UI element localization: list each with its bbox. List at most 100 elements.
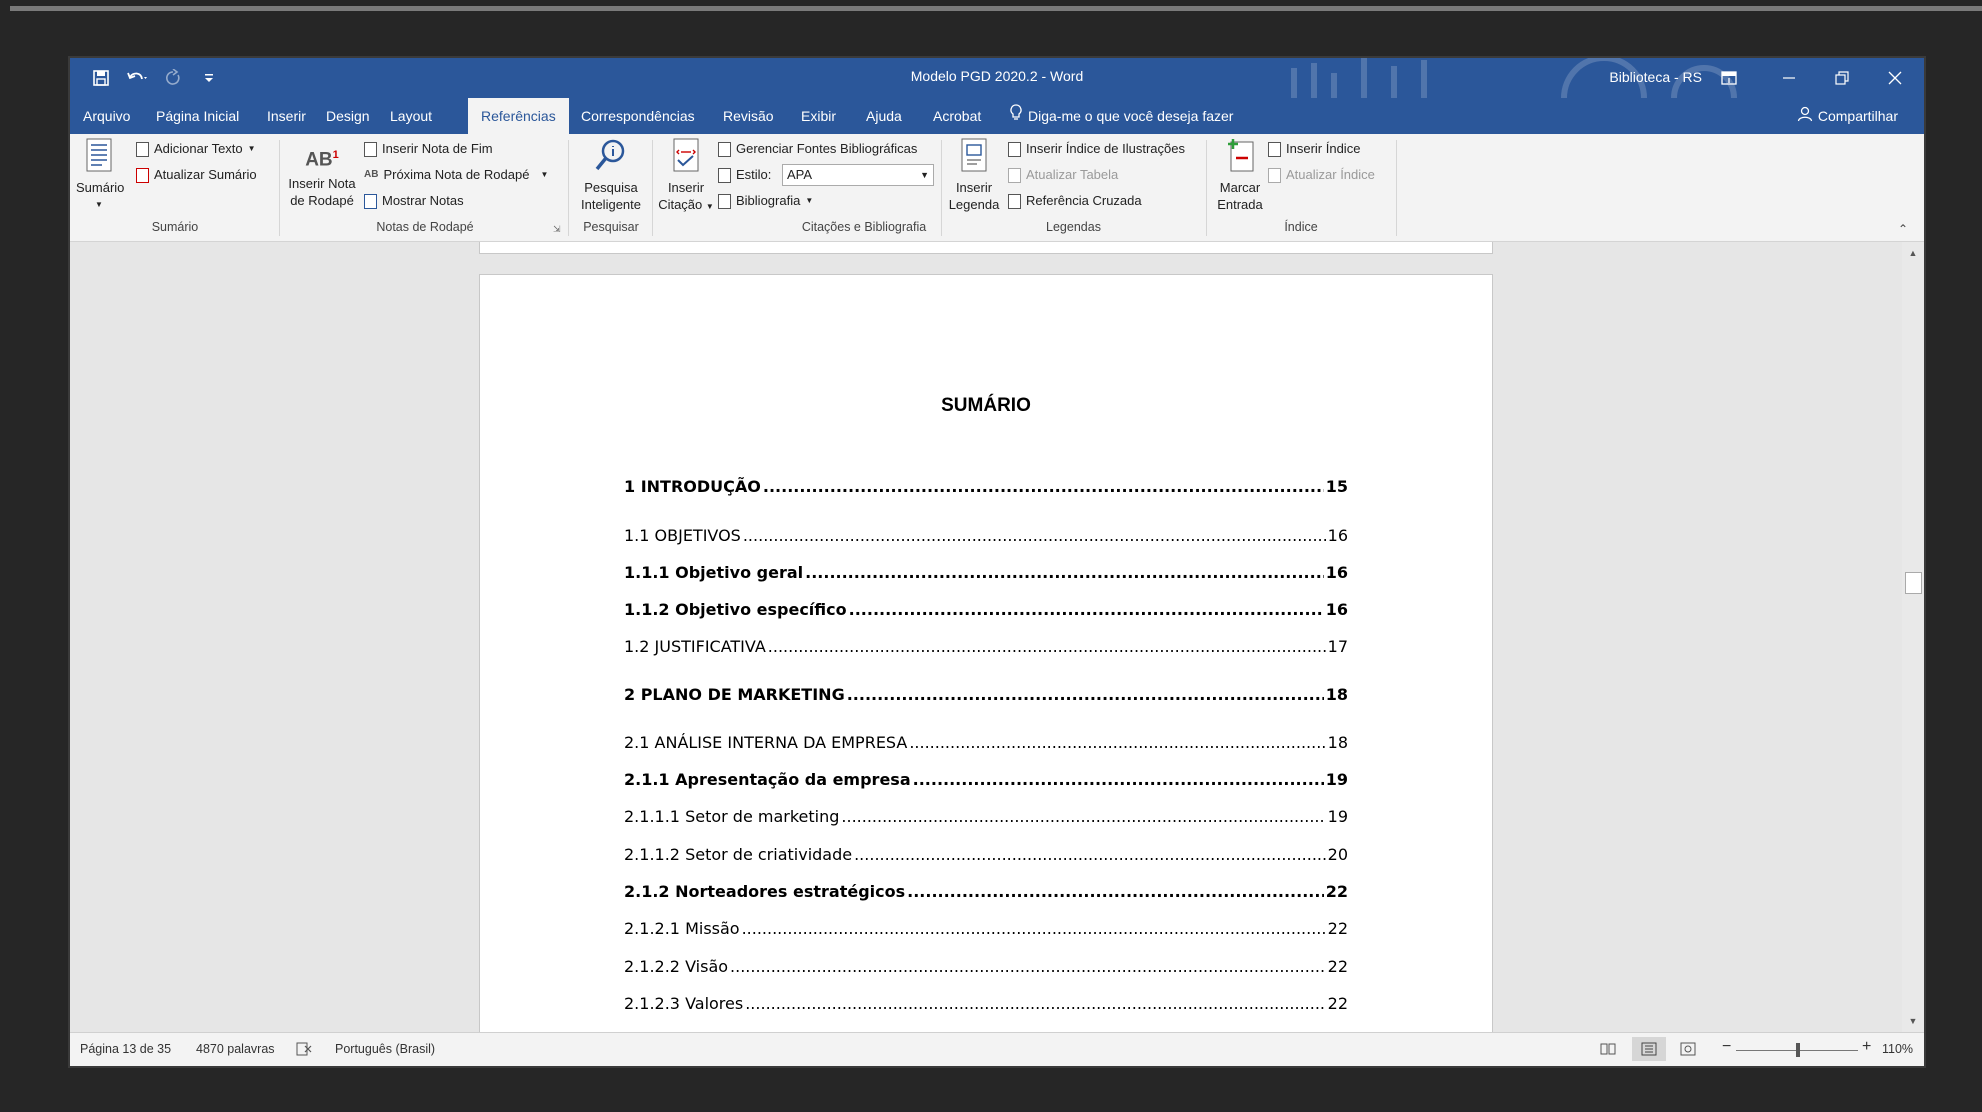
dialog-launcher-icon[interactable]: ⇲	[553, 224, 561, 235]
tab-revisao[interactable]: Revisão	[710, 98, 787, 134]
collapse-ribbon-icon[interactable]: ⌃	[1898, 222, 1908, 236]
ribbon-referencias: Sumário ▼ Adicionar Texto ▼ Atualizar Su…	[70, 134, 1924, 242]
vertical-scrollbar[interactable]: ▲ ▼	[1902, 242, 1924, 1032]
toc-entry[interactable]: 2.1.2.2 Visão 22	[624, 957, 1348, 976]
tell-me-text: Diga-me o que você deseja fazer	[1028, 108, 1234, 124]
zoom-out-icon[interactable]: −	[1722, 1038, 1731, 1056]
cross-reference-button[interactable]: Referência Cruzada	[1008, 190, 1142, 212]
ribbon-display-icon[interactable]	[1704, 62, 1754, 94]
insert-caption-button[interactable]: Inserir Legenda	[944, 138, 1004, 213]
update-table-button: Atualizar Tabela	[1008, 164, 1118, 186]
insert-citation-label-2: Citação	[658, 197, 703, 212]
tab-ajuda[interactable]: Ajuda	[853, 98, 915, 134]
chevron-down-icon: ▼	[247, 144, 256, 153]
endnote-icon	[364, 141, 377, 157]
zoom-level[interactable]: 110%	[1882, 1042, 1913, 1056]
add-text-button[interactable]: Adicionar Texto ▼	[136, 138, 256, 160]
manage-sources-icon	[718, 141, 731, 157]
tab-pagina-inicial[interactable]: Página Inicial	[143, 98, 252, 134]
bibliography-button[interactable]: Bibliografia ▼	[718, 190, 813, 212]
next-footnote-icon: AB	[364, 169, 379, 180]
insert-footnote-button[interactable]: AB1 Inserir Nota de Rodapé	[284, 138, 360, 209]
toc-entry-text: 1.2 JUSTIFICATIVA	[624, 637, 766, 656]
tab-arquivo[interactable]: Arquivo	[70, 98, 143, 134]
toc-entry-text: 2.1.1 Apresentação da empresa	[624, 770, 911, 789]
restore-icon[interactable]	[1817, 62, 1867, 94]
scroll-up-icon[interactable]: ▲	[1906, 246, 1920, 260]
insert-citation-label-1: Inserir	[667, 180, 705, 195]
toc-entry-text: 1.1.2 Objetivo específico	[624, 600, 847, 619]
toc-entry[interactable]: 2.1 ANÁLISE INTERNA DA EMPRESA 18	[624, 733, 1348, 752]
style-value: APA	[787, 167, 813, 182]
bibliography-icon	[718, 193, 731, 209]
insert-endnote-button[interactable]: Inserir Nota de Fim	[364, 138, 493, 160]
next-footnote-button[interactable]: AB Próxima Nota de Rodapé ▼	[364, 164, 548, 186]
tab-referencias[interactable]: Referências	[468, 98, 569, 134]
mark-entry-button[interactable]: Marcar Entrada	[1210, 138, 1270, 213]
minimize-icon[interactable]	[1764, 62, 1814, 94]
insert-table-of-figures-button[interactable]: Inserir Índice de Ilustrações	[1008, 138, 1185, 160]
insert-index-button[interactable]: Inserir Índice	[1268, 138, 1360, 160]
toc-entry[interactable]: 1.1 OBJETIVOS 16	[624, 526, 1348, 545]
mark-entry-label-2: Entrada	[1217, 197, 1263, 212]
word-count[interactable]: 4870 palavras	[196, 1042, 275, 1056]
tab-exibir[interactable]: Exibir	[788, 98, 849, 134]
tab-correspondencias[interactable]: Correspondências	[568, 98, 708, 134]
proofing-icon[interactable]	[296, 1042, 312, 1059]
toc-entry[interactable]: 1.1.1 Objetivo geral 16	[624, 563, 1348, 582]
toc-entry[interactable]: 1 INTRODUÇÃO 15	[624, 477, 1348, 496]
toc-entry[interactable]: 2.1.1 Apresentação da empresa 19	[624, 770, 1348, 789]
toc-leader-dots	[841, 807, 1325, 826]
toc-leader-dots	[763, 477, 1324, 496]
print-layout-icon[interactable]	[1632, 1037, 1666, 1061]
show-notes-button[interactable]: Mostrar Notas	[364, 190, 464, 212]
toc-entry-text: 2.1.1.2 Setor de criatividade	[624, 845, 853, 864]
zoom-slider-thumb[interactable]	[1796, 1043, 1800, 1057]
tab-design[interactable]: Design	[313, 98, 383, 134]
smart-lookup-button[interactable]: Pesquisa Inteligente	[573, 138, 649, 213]
toc-entry[interactable]: 2.1.2.1 Missão 22	[624, 919, 1348, 938]
group-label-pesquisar: Pesquisar	[583, 220, 639, 234]
user-name[interactable]: Biblioteca - RS	[1609, 69, 1702, 85]
toc-entry[interactable]: 2.1.1.2 Setor de criatividade 20	[624, 845, 1348, 864]
manage-sources-button[interactable]: Gerenciar Fontes Bibliográficas	[718, 138, 917, 160]
person-icon	[1797, 99, 1813, 135]
toc-entry[interactable]: 2.1.1.1 Setor de marketing 19	[624, 807, 1348, 826]
caption-icon	[961, 138, 987, 172]
tab-inserir[interactable]: Inserir	[254, 98, 319, 134]
sumario-button[interactable]: Sumário ▼	[76, 138, 124, 213]
document-canvas[interactable]: SUMÁRIO 1 INTRODUÇÃO151.1 OBJETIVOS161.1…	[70, 242, 1902, 1032]
tab-acrobat[interactable]: Acrobat	[920, 98, 994, 134]
toc-entry[interactable]: 1.1.2 Objetivo específico 16	[624, 600, 1348, 619]
insert-citation-label-2-wrap: Citação ▼	[656, 196, 716, 215]
read-mode-icon[interactable]	[1600, 1042, 1616, 1059]
share-button[interactable]: Compartilhar	[1797, 98, 1898, 134]
toc-leader-dots	[745, 994, 1325, 1013]
toc-leader-dots	[849, 600, 1324, 619]
toc-entry[interactable]: 2.1.2.3 Valores 22	[624, 994, 1348, 1013]
toc-entry-page: 18	[1327, 733, 1348, 752]
toc-entry-page: 17	[1327, 637, 1348, 656]
update-index-button: Atualizar Índice	[1268, 164, 1375, 186]
toc-entry[interactable]: 1.2 JUSTIFICATIVA 17	[624, 637, 1348, 656]
document-page[interactable]: SUMÁRIO 1 INTRODUÇÃO151.1 OBJETIVOS161.1…	[479, 274, 1493, 1032]
tell-me-search[interactable]: Diga-me o que você deseja fazer	[1010, 98, 1233, 134]
zoom-in-icon[interactable]: +	[1862, 1038, 1871, 1056]
mark-entry-label-1: Marcar	[1219, 180, 1261, 195]
page-count[interactable]: Página 13 de 35	[80, 1042, 171, 1056]
toc-entry[interactable]: 2.1.2 Norteadores estratégicos 22	[624, 882, 1348, 901]
scroll-down-icon[interactable]: ▼	[1906, 1014, 1920, 1028]
toc-entry-page: 19	[1327, 807, 1348, 826]
update-toc-button[interactable]: Atualizar Sumário	[136, 164, 257, 186]
insert-citation-button[interactable]: Inserir Citação ▼	[656, 138, 716, 215]
web-layout-icon[interactable]	[1680, 1042, 1696, 1059]
toc-entry[interactable]: 2 PLANO DE MARKETING 18	[624, 685, 1348, 704]
close-icon[interactable]	[1870, 62, 1920, 94]
toc-entry-text: 2.1.2.2 Visão	[624, 957, 729, 976]
word-window: Modelo PGD 2020.2 - Word Biblioteca - RS…	[70, 58, 1924, 1066]
language[interactable]: Português (Brasil)	[335, 1042, 435, 1056]
tab-layout[interactable]: Layout	[377, 98, 445, 134]
style-dropdown[interactable]: APA ▼	[782, 164, 934, 186]
update-table-label: Atualizar Tabela	[1026, 167, 1119, 182]
scrollbar-thumb[interactable]	[1905, 572, 1922, 594]
